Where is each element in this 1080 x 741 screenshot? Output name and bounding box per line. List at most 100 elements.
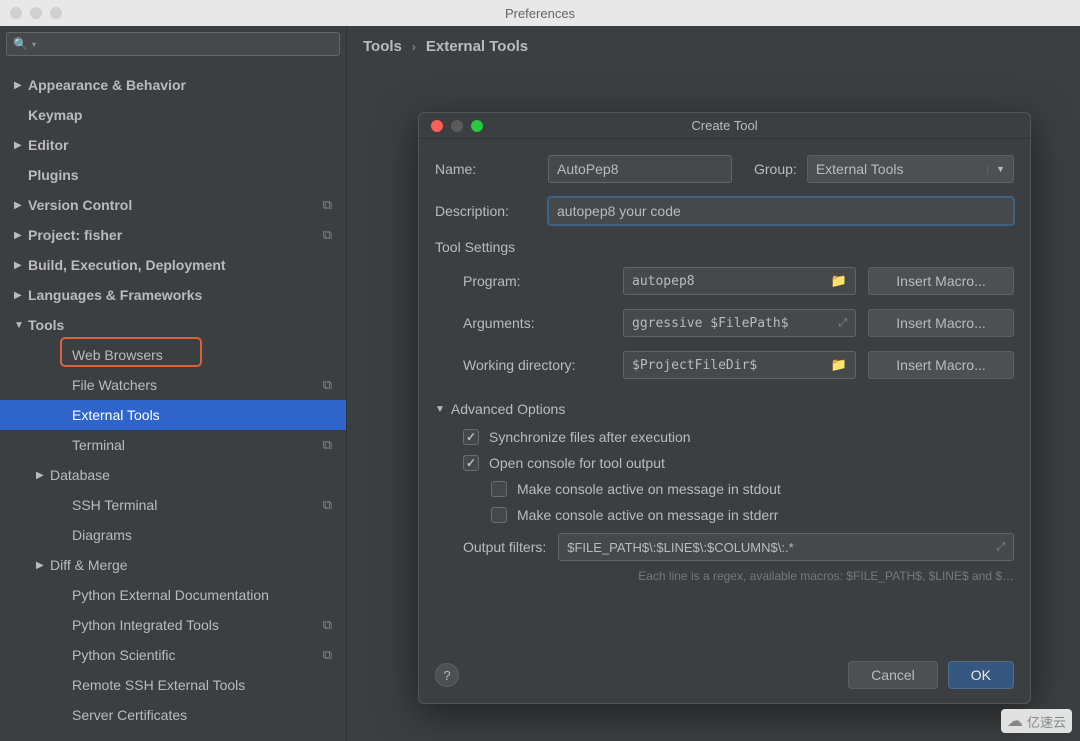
stderr-checkbox-row[interactable]: Make console active on message in stderr: [463, 507, 1014, 523]
sidebar-item-keymap[interactable]: ▶Keymap: [0, 100, 346, 130]
tree-label: Diagrams: [72, 527, 132, 543]
expand-icon[interactable]: ⤢: [996, 541, 1005, 554]
copy-icon: ⧉: [323, 227, 332, 243]
tree-label: Build, Execution, Deployment: [28, 257, 226, 273]
description-input[interactable]: [548, 197, 1014, 225]
checkbox-icon[interactable]: [491, 507, 507, 523]
tree-label: File Watchers: [72, 377, 157, 393]
checkbox-icon[interactable]: [491, 481, 507, 497]
help-button[interactable]: ?: [435, 663, 459, 687]
checkbox-checked-icon[interactable]: [463, 455, 479, 471]
tree-label: SSH Terminal: [72, 497, 157, 513]
group-value: External Tools: [816, 161, 904, 177]
sidebar-item-server-certificates[interactable]: ▶Server Certificates: [0, 700, 346, 730]
minimize-window-icon[interactable]: [30, 7, 42, 19]
insert-macro-arguments-button[interactable]: Insert Macro...: [868, 309, 1014, 337]
tree-arrow-icon[interactable]: ▶: [14, 140, 28, 151]
sync-files-checkbox-row[interactable]: Synchronize files after execution: [463, 429, 1014, 445]
dialog-minimize-icon: [451, 120, 463, 132]
sidebar-item-diff-merge[interactable]: ▶Diff & Merge: [0, 550, 346, 580]
folder-icon[interactable]: 📁: [831, 273, 847, 289]
sidebar: 🔍 ▾ ▶Appearance & Behavior▶Keymap▶Editor…: [0, 26, 347, 741]
close-window-icon[interactable]: [10, 7, 22, 19]
tree-arrow-icon[interactable]: ▶: [36, 470, 50, 481]
window-title: Preferences: [505, 6, 575, 21]
tree-label: Remote SSH External Tools: [72, 677, 245, 693]
sidebar-item-remote-ssh-external-tools[interactable]: ▶Remote SSH External Tools: [0, 670, 346, 700]
cloud-icon: ☁: [1007, 711, 1023, 731]
search-icon: 🔍: [13, 37, 28, 51]
sidebar-item-python-integrated-tools[interactable]: ▶Python Integrated Tools⧉: [0, 610, 346, 640]
name-input[interactable]: [548, 155, 732, 183]
arguments-label: Arguments:: [463, 315, 611, 331]
insert-macro-workdir-button[interactable]: Insert Macro...: [868, 351, 1014, 379]
output-filters-label: Output filters:: [463, 539, 546, 555]
tree-arrow-icon[interactable]: ▼: [14, 320, 28, 331]
checkbox-checked-icon[interactable]: [463, 429, 479, 445]
tree-label: Terminal: [72, 437, 125, 453]
tree-arrow-icon[interactable]: ▶: [14, 260, 28, 271]
advanced-options-toggle[interactable]: ▼ Advanced Options: [435, 401, 1014, 417]
workdir-input[interactable]: $ProjectFileDir$ 📁: [623, 351, 856, 379]
sidebar-item-languages-frameworks[interactable]: ▶Languages & Frameworks: [0, 280, 346, 310]
tree-arrow-icon[interactable]: ▶: [14, 200, 28, 211]
sidebar-item-python-scientific[interactable]: ▶Python Scientific⧉: [0, 640, 346, 670]
tree-label: Tools: [28, 317, 64, 333]
open-console-checkbox-row[interactable]: Open console for tool output: [463, 455, 1014, 471]
program-input[interactable]: autopep8 📁: [623, 267, 856, 295]
sidebar-item-version-control[interactable]: ▶Version Control⧉: [0, 190, 346, 220]
sidebar-item-build-execution-deployment[interactable]: ▶Build, Execution, Deployment: [0, 250, 346, 280]
sidebar-item-tools[interactable]: ▼Tools: [0, 310, 346, 340]
tree-label: Python External Documentation: [72, 587, 269, 603]
sidebar-item-web-browsers[interactable]: ▶Web Browsers: [0, 340, 346, 370]
tree-label: Server Certificates: [72, 707, 187, 723]
tree-label: Project: fisher: [28, 227, 122, 243]
stdout-checkbox-row[interactable]: Make console active on message in stdout: [463, 481, 1014, 497]
tree-label: Editor: [28, 137, 68, 153]
sidebar-item-diagrams[interactable]: ▶Diagrams: [0, 520, 346, 550]
tree-label: Diff & Merge: [50, 557, 128, 573]
tree-arrow-icon[interactable]: ▶: [14, 80, 28, 91]
sidebar-item-database[interactable]: ▶Database: [0, 460, 346, 490]
sidebar-item-python-external-documentation[interactable]: ▶Python External Documentation: [0, 580, 346, 610]
breadcrumb-root[interactable]: Tools: [363, 38, 402, 55]
sidebar-item-terminal[interactable]: ▶Terminal⧉: [0, 430, 346, 460]
tool-settings-label: Tool Settings: [435, 239, 1014, 255]
cancel-button[interactable]: Cancel: [848, 661, 938, 689]
tree-arrow-icon[interactable]: ▶: [14, 230, 28, 241]
sidebar-item-editor[interactable]: ▶Editor: [0, 130, 346, 160]
ok-button[interactable]: OK: [948, 661, 1014, 689]
chevron-down-icon: ▼: [987, 164, 1005, 174]
tree-arrow-icon[interactable]: ▶: [36, 560, 50, 571]
search-dropdown-icon[interactable]: ▾: [32, 40, 36, 49]
sidebar-item-external-tools[interactable]: ▶External Tools: [0, 400, 346, 430]
workdir-label: Working directory:: [463, 357, 611, 373]
dialog-titlebar: Create Tool: [419, 113, 1030, 139]
group-select[interactable]: External Tools ▼: [807, 155, 1014, 183]
expand-icon[interactable]: ⤢: [838, 317, 847, 330]
tree-label: Appearance & Behavior: [28, 77, 186, 93]
program-label: Program:: [463, 273, 611, 289]
dialog-close-icon[interactable]: [431, 120, 443, 132]
search-input[interactable]: 🔍 ▾: [6, 32, 340, 56]
tree-arrow-icon[interactable]: ▶: [14, 290, 28, 301]
copy-icon: ⧉: [323, 377, 332, 393]
sidebar-item-file-watchers[interactable]: ▶File Watchers⧉: [0, 370, 346, 400]
maximize-window-icon[interactable]: [50, 7, 62, 19]
folder-icon[interactable]: 📁: [831, 357, 847, 373]
tree-label: Plugins: [28, 167, 79, 183]
sidebar-item-ssh-terminal[interactable]: ▶SSH Terminal⧉: [0, 490, 346, 520]
tree-label: Web Browsers: [72, 347, 163, 363]
tree-label: External Tools: [72, 407, 160, 423]
sidebar-item-appearance-behavior[interactable]: ▶Appearance & Behavior: [0, 70, 346, 100]
sidebar-item-project-fisher[interactable]: ▶Project: fisher ⧉: [0, 220, 346, 250]
output-filters-input[interactable]: $FILE_PATH$\:$LINE$\:$COLUMN$\:.* ⤢: [558, 533, 1014, 561]
copy-icon: ⧉: [323, 647, 332, 663]
sidebar-item-plugins[interactable]: ▶Plugins: [0, 160, 346, 190]
tree-label: Version Control: [28, 197, 132, 213]
dialog-zoom-icon[interactable]: [471, 120, 483, 132]
arguments-input[interactable]: ggressive $FilePath$ ⤢: [623, 309, 856, 337]
insert-macro-program-button[interactable]: Insert Macro...: [868, 267, 1014, 295]
group-label: Group:: [754, 161, 797, 177]
settings-tree: ▶Appearance & Behavior▶Keymap▶Editor▶Plu…: [0, 62, 346, 741]
